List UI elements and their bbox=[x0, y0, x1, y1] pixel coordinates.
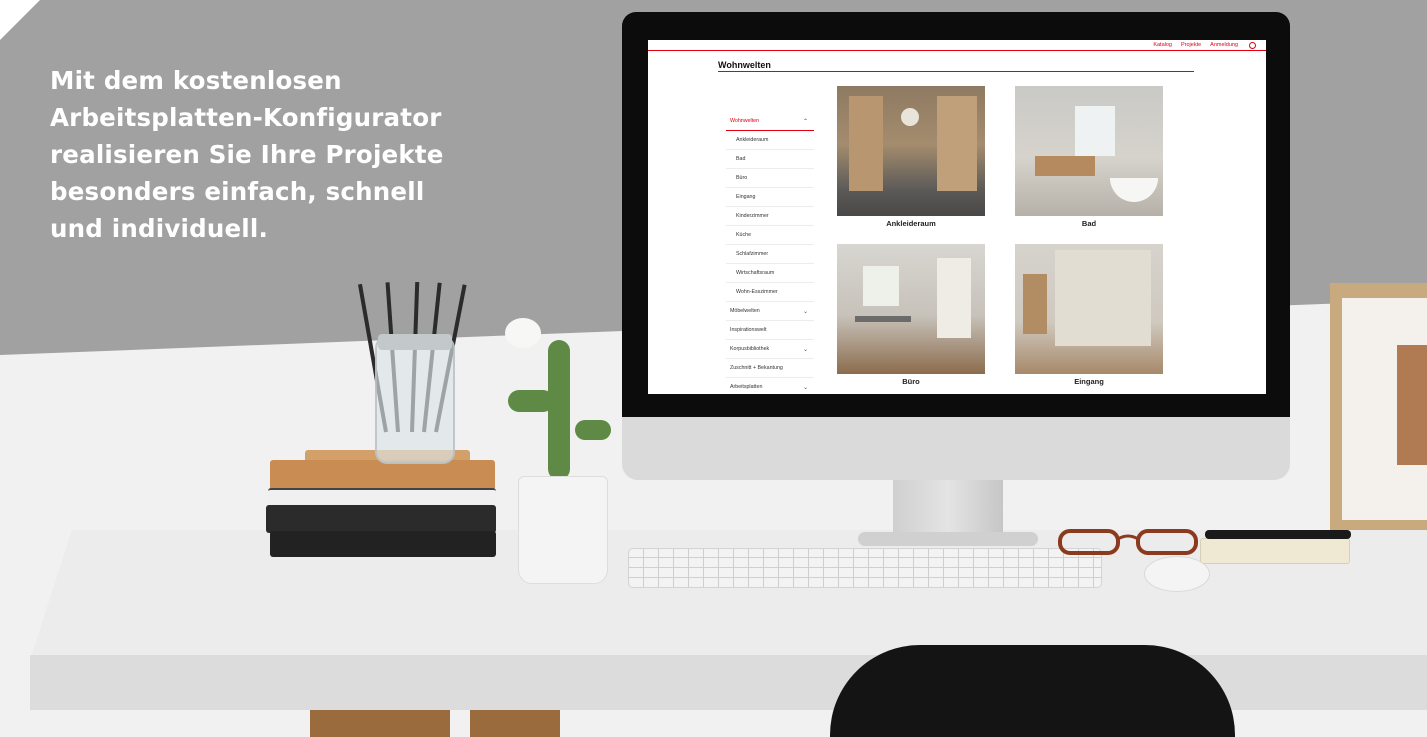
sidebar-item-buero[interactable]: Büro bbox=[726, 169, 814, 188]
monitor-screen: Katalog Projekte Anmeldung Wohnwelten Wo… bbox=[648, 40, 1266, 394]
sidebar-item-wirtschaftsraum[interactable]: Wirtschaftsraum bbox=[726, 264, 814, 283]
nav-link-anmeldung[interactable]: Anmeldung bbox=[1210, 42, 1238, 49]
cactus-flower bbox=[505, 318, 541, 348]
sidebar-item-label: Möbelwelten bbox=[730, 308, 760, 314]
glass-jar-lid bbox=[378, 334, 452, 350]
sidebar-item-inspirationswelt[interactable]: Inspirationswelt bbox=[726, 321, 814, 340]
sidebar-item-ankleideraum[interactable]: Ankleideraum bbox=[726, 131, 814, 150]
room-image bbox=[837, 86, 985, 216]
chair bbox=[830, 645, 1235, 737]
room-tile-buero[interactable]: Büro bbox=[837, 244, 985, 386]
room-label: Eingang bbox=[1074, 377, 1104, 386]
pen bbox=[1205, 530, 1351, 539]
sidebar-item-label: Kinderzimmer bbox=[736, 213, 769, 219]
room-label: Ankleideraum bbox=[886, 219, 936, 228]
nav-link-katalog[interactable]: Katalog bbox=[1153, 42, 1172, 49]
sidebar-item-eingang[interactable]: Eingang bbox=[726, 188, 814, 207]
room-image bbox=[1015, 86, 1163, 216]
gear-icon[interactable] bbox=[1249, 42, 1256, 49]
sidebar-item-label: Wirtschaftsraum bbox=[736, 270, 775, 276]
notebook-black bbox=[266, 505, 496, 533]
cactus bbox=[548, 340, 570, 480]
headline: Mit dem kostenlosen Arbeitsplatten-Konfi… bbox=[50, 62, 490, 247]
sidebar-item-wohnwelten[interactable]: Wohnwelten ⌃ bbox=[726, 112, 814, 131]
room-image bbox=[837, 244, 985, 374]
notebook-pages bbox=[268, 488, 496, 506]
sidebar-item-label: Ankleideraum bbox=[736, 137, 769, 143]
nav-link-projekte[interactable]: Projekte bbox=[1181, 42, 1201, 49]
sidebar-item-moebelwelten[interactable]: Möbelwelten ⌄ bbox=[726, 302, 814, 321]
sidebar-item-label: Eingang bbox=[736, 194, 756, 200]
sidebar-item-bad[interactable]: Bad bbox=[726, 150, 814, 169]
monitor-stand bbox=[893, 480, 1003, 540]
sidebar-item-korpusbibliothek[interactable]: Korpusbibliothek ⌄ bbox=[726, 340, 814, 359]
glasses bbox=[1058, 529, 1198, 555]
chevron-down-icon: ⌄ bbox=[802, 346, 808, 353]
room-tile-eingang[interactable]: Eingang bbox=[1015, 244, 1163, 386]
sidebar-item-wohn-esszimmer[interactable]: Wohn-Esszimmer bbox=[726, 283, 814, 302]
app-topbar: Katalog Projekte Anmeldung bbox=[648, 40, 1266, 51]
desk-leg bbox=[470, 710, 560, 737]
headline-line: und individuell. bbox=[50, 214, 268, 243]
headline-line: Mit dem kostenlosen bbox=[50, 66, 342, 95]
sidebar-item-label: Schlafzimmer bbox=[736, 251, 769, 257]
notebook-black bbox=[270, 531, 496, 557]
sidebar-item-arbeitsplatten[interactable]: Arbeitsplatten ⌄ bbox=[726, 378, 814, 394]
sidebar-item-label: Wohn-Esszimmer bbox=[736, 289, 778, 295]
notebook-orange bbox=[270, 460, 495, 490]
sidebar-item-label: Bad bbox=[736, 156, 746, 162]
sidebar-item-label: Korpusbibliothek bbox=[730, 346, 770, 352]
chevron-down-icon: ⌄ bbox=[802, 384, 808, 391]
mug bbox=[518, 476, 608, 584]
sidebar-item-label: Büro bbox=[736, 175, 748, 181]
monitor-stand-foot bbox=[858, 532, 1038, 546]
room-tile-ankleideraum[interactable]: Ankleideraum bbox=[837, 86, 985, 228]
sidebar-item-kinderzimmer[interactable]: Kinderzimmer bbox=[726, 207, 814, 226]
mouse bbox=[1144, 556, 1210, 592]
sidebar: Wohnwelten ⌃ Ankleideraum Bad Büro Einga… bbox=[726, 112, 814, 394]
sidebar-item-label: Arbeitsplatten bbox=[730, 384, 763, 390]
room-image bbox=[1015, 244, 1163, 374]
cactus-arm bbox=[508, 390, 554, 412]
room-label: Bad bbox=[1081, 219, 1097, 228]
headline-line: Arbeitsplatten-Konfigurator bbox=[50, 103, 442, 132]
sidebar-item-kueche[interactable]: Küche bbox=[726, 226, 814, 245]
monitor-chin bbox=[622, 417, 1290, 480]
chevron-up-icon: ⌃ bbox=[802, 118, 808, 125]
headline-line: besonders einfach, schnell bbox=[50, 177, 425, 206]
title-divider bbox=[718, 71, 1194, 72]
sidebar-item-label: Küche bbox=[736, 232, 752, 238]
sidebar-item-schlafzimmer[interactable]: Schlafzimmer bbox=[726, 245, 814, 264]
sidebar-item-label: Wohnwelten bbox=[730, 118, 760, 124]
cactus-arm bbox=[575, 420, 611, 440]
sidebar-item-zuschnitt-bekantung[interactable]: Zuschnitt + Bekantung bbox=[726, 359, 814, 378]
small-notebook bbox=[1200, 538, 1350, 564]
headline-line: realisieren Sie Ihre Projekte bbox=[50, 140, 444, 169]
desk-leg bbox=[310, 710, 450, 737]
keyboard bbox=[628, 548, 1102, 588]
chevron-down-icon: ⌄ bbox=[802, 308, 808, 315]
picture-frame-art bbox=[1397, 345, 1427, 465]
room-tile-bad[interactable]: Bad bbox=[1015, 86, 1163, 228]
room-label: Büro bbox=[902, 377, 920, 386]
glass-jar bbox=[375, 336, 455, 464]
top-navigation: Katalog Projekte Anmeldung bbox=[1153, 42, 1256, 49]
page-title: Wohnwelten bbox=[718, 60, 771, 70]
sidebar-item-label: Inspirationswelt bbox=[730, 327, 767, 333]
sidebar-item-label: Zuschnitt + Bekantung bbox=[730, 365, 783, 371]
